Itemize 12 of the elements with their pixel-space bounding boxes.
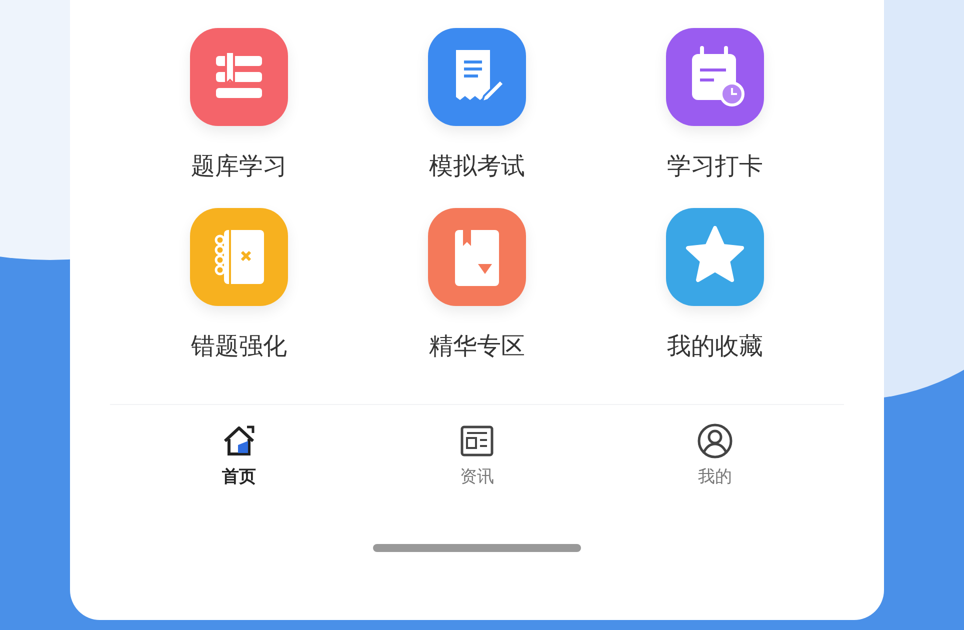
feature-label[interactable]: 错题强化 [191,330,287,362]
favorites-icon[interactable] [666,208,764,306]
tab-button[interactable]: 首页 [221,423,257,488]
newspaper-icon [459,423,495,459]
tab-button[interactable]: 我的 [697,423,733,488]
user-icon [697,423,733,459]
feature-label[interactable]: 学习打卡 [667,150,763,182]
feature-label[interactable]: 精华专区 [429,330,525,362]
feature-label[interactable]: 题库学习 [191,150,287,182]
feature-label[interactable]: 我的收藏 [667,330,763,362]
feature-label[interactable]: 模拟考试 [429,150,525,182]
tab-button[interactable]: 资讯 [459,423,495,488]
